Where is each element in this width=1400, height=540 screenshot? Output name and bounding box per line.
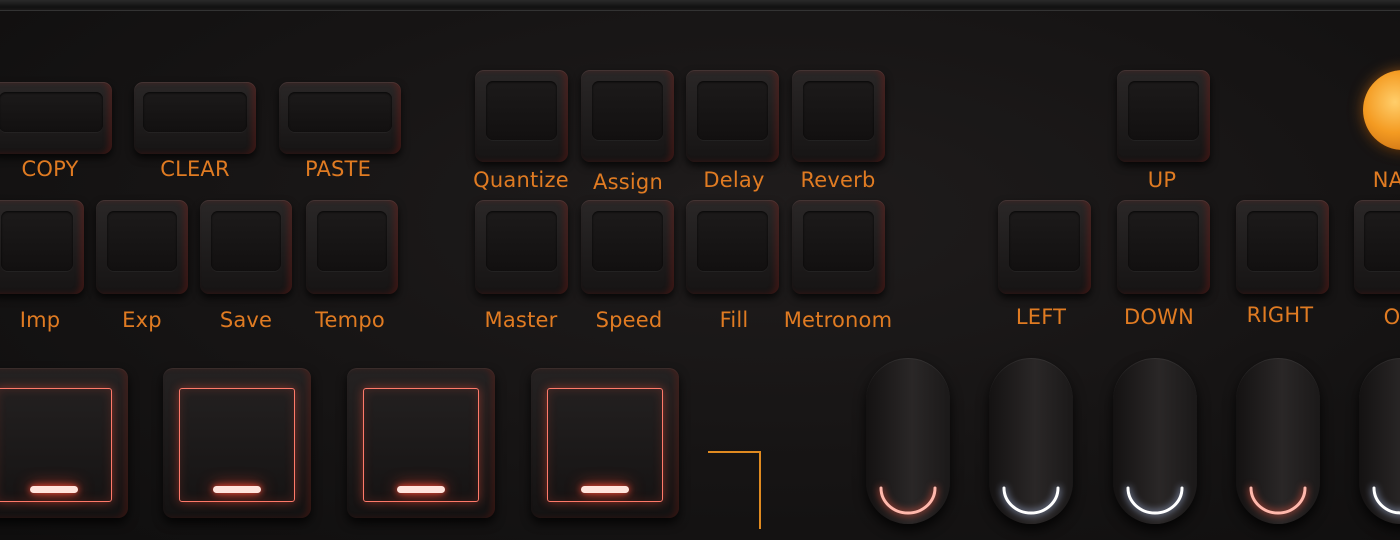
save-button[interactable] — [200, 200, 292, 294]
delay-label: Delay — [703, 168, 765, 192]
speed-button[interactable] — [581, 200, 674, 294]
arc-icon — [879, 486, 937, 515]
pill-button-5-partial[interactable] — [1359, 358, 1400, 524]
metronom-label: Metronom — [783, 308, 893, 332]
pad-glow-frame — [179, 388, 295, 502]
arc-icon — [1126, 486, 1184, 515]
clear-label: CLEAR — [160, 157, 230, 181]
partial-button-right-edge[interactable] — [1354, 200, 1400, 294]
master-button[interactable] — [475, 200, 568, 294]
arc-icon — [1002, 486, 1060, 515]
copy-button[interactable] — [0, 82, 112, 154]
quantize-button[interactable] — [475, 70, 568, 162]
assign-button[interactable] — [581, 70, 674, 162]
left-label: LEFT — [1015, 305, 1067, 329]
partial-o-label: O — [1383, 305, 1400, 329]
assign-label: Assign — [593, 170, 663, 194]
performance-pad-3[interactable] — [347, 368, 495, 518]
arc-icon — [1372, 486, 1400, 515]
pill-button-3[interactable] — [1113, 358, 1197, 524]
import-button[interactable] — [0, 200, 84, 294]
down-label: DOWN — [1124, 305, 1194, 329]
pad-glow-frame — [0, 388, 112, 502]
fill-label: Fill — [719, 308, 749, 332]
right-label: RIGHT — [1246, 303, 1314, 327]
orange-knob[interactable] — [1363, 70, 1400, 150]
pill-button-4[interactable] — [1236, 358, 1320, 524]
clear-button[interactable] — [134, 82, 256, 154]
tempo-button[interactable] — [306, 200, 398, 294]
export-button[interactable] — [96, 200, 188, 294]
right-button[interactable] — [1236, 200, 1329, 294]
imp-label: Imp — [19, 308, 61, 332]
pill-button-2[interactable] — [989, 358, 1073, 524]
dash-bar-icon — [213, 486, 261, 493]
pill-button-1[interactable] — [866, 358, 950, 524]
dash-bar-icon — [581, 486, 629, 493]
corner-bracket-icon — [708, 451, 761, 529]
save-label: Save — [219, 308, 273, 332]
delay-button[interactable] — [686, 70, 779, 162]
performance-pad-4[interactable] — [531, 368, 679, 518]
top-panel-edge — [0, 0, 1400, 11]
paste-label: PASTE — [304, 157, 372, 181]
metronom-button[interactable] — [792, 200, 885, 294]
pad-glow-frame — [363, 388, 479, 502]
copy-label: COPY — [21, 157, 79, 181]
knob-partial-label: NA — [1372, 168, 1400, 192]
performance-pad-1[interactable] — [0, 368, 128, 518]
pad-glow-frame — [547, 388, 663, 502]
reverb-button[interactable] — [792, 70, 885, 162]
up-label: UP — [1147, 168, 1177, 192]
reverb-label: Reverb — [800, 168, 876, 192]
down-button[interactable] — [1117, 200, 1210, 294]
dash-bar-icon — [397, 486, 445, 493]
left-button[interactable] — [998, 200, 1091, 294]
fill-button[interactable] — [686, 200, 779, 294]
arc-icon — [1249, 486, 1307, 515]
quantize-label: Quantize — [473, 168, 569, 192]
paste-button[interactable] — [279, 82, 401, 154]
tempo-label: Tempo — [315, 308, 385, 332]
master-label: Master — [484, 308, 558, 332]
dash-bar-icon — [30, 486, 78, 493]
performance-pad-2[interactable] — [163, 368, 311, 518]
up-button[interactable] — [1117, 70, 1210, 162]
exp-label: Exp — [122, 308, 162, 332]
speed-label: Speed — [595, 308, 663, 332]
